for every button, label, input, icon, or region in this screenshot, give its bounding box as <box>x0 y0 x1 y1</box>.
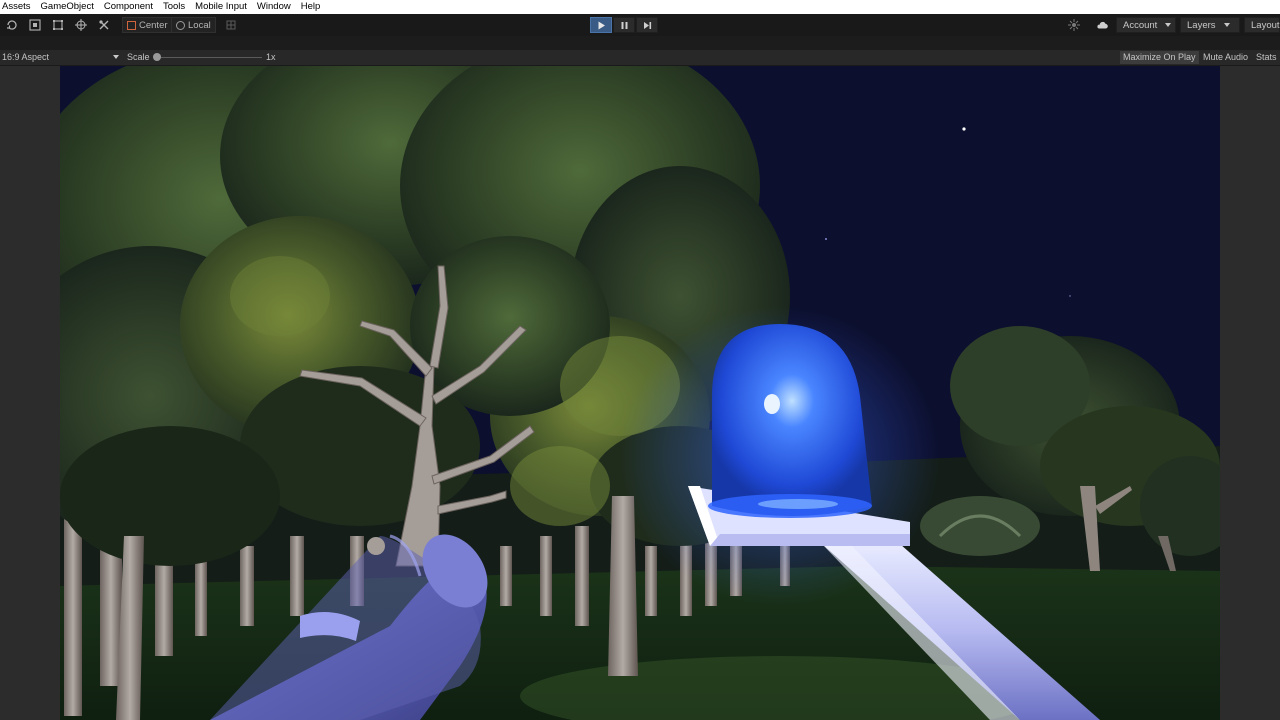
stats-toggle[interactable]: Stats <box>1253 51 1280 64</box>
main-toolbar: Center Local Account Layers Layout <box>0 14 1280 37</box>
game-view-letterbox-right <box>1220 66 1280 720</box>
rect-tool-icon[interactable] <box>48 17 68 33</box>
scale-value: 1x <box>266 52 276 62</box>
mute-audio-toggle[interactable]: Mute Audio <box>1200 51 1251 64</box>
layers-label: Layers <box>1187 19 1216 31</box>
account-label: Account <box>1123 19 1158 31</box>
menu-bar: Assets GameObject Component Tools Mobile… <box>0 0 1280 14</box>
forest-night-scene <box>60 66 1220 720</box>
game-view-toolbar: 16:9 Aspect Scale 1x Maximize On Play Mu… <box>0 50 1280 66</box>
pause-icon <box>621 21 627 29</box>
chevron-down-icon <box>1223 23 1230 27</box>
chevron-down-icon <box>113 55 119 59</box>
tree-trunk-right <box>608 496 638 676</box>
menu-mobile-input[interactable]: Mobile Input <box>190 0 252 14</box>
menu-help[interactable]: Help <box>296 0 326 14</box>
cloud-icon[interactable] <box>1092 17 1112 33</box>
transform-tool-icon[interactable] <box>71 17 91 33</box>
star <box>962 127 966 131</box>
scale-slider-handle[interactable] <box>153 53 161 61</box>
menu-component[interactable]: Component <box>99 0 158 14</box>
layout-dropdown[interactable]: Layout <box>1244 17 1280 33</box>
star <box>1069 295 1071 297</box>
aspect-dropdown[interactable]: 16:9 Aspect <box>2 50 49 65</box>
star <box>825 238 827 240</box>
layers-dropdown[interactable]: Layers <box>1180 17 1240 33</box>
palm-bush <box>920 496 1040 556</box>
aspect-label: 16:9 Aspect <box>2 52 50 62</box>
pivot-rotation-toggle[interactable]: Local <box>171 17 216 33</box>
custom-tool-icon[interactable] <box>94 17 114 33</box>
collab-icon[interactable] <box>1064 17 1084 33</box>
menu-assets[interactable]: Assets <box>0 0 36 14</box>
pivot-mode-toggle[interactable]: Center <box>122 17 173 33</box>
grid-snap-icon[interactable] <box>221 17 241 33</box>
play-icon <box>598 21 605 29</box>
menu-window[interactable]: Window <box>252 0 296 14</box>
game-view-viewport[interactable] <box>60 66 1220 720</box>
local-rotation-icon <box>176 20 185 30</box>
scale-label: Scale <box>127 52 150 62</box>
chevron-down-icon <box>1165 23 1172 27</box>
rotate-tool-icon[interactable] <box>2 17 22 33</box>
tab-strip <box>0 36 1280 50</box>
menu-gameobject[interactable]: GameObject <box>36 0 99 14</box>
tree-knot <box>367 537 385 555</box>
scale-slider-track[interactable] <box>158 57 262 58</box>
scale-tool-icon[interactable] <box>25 17 45 33</box>
pivot-center-icon <box>127 20 136 30</box>
pause-button[interactable] <box>613 17 635 33</box>
pivot-mode-label: Center <box>139 19 168 31</box>
game-view-letterbox-left <box>0 66 60 720</box>
layout-label: Layout <box>1251 19 1280 31</box>
maximize-on-play-toggle[interactable]: Maximize On Play <box>1120 51 1199 64</box>
account-dropdown[interactable]: Account <box>1116 17 1176 33</box>
step-button[interactable] <box>636 17 658 33</box>
step-icon <box>643 21 651 29</box>
pivot-rotation-label: Local <box>188 19 211 31</box>
play-button[interactable] <box>590 17 612 33</box>
menu-tools[interactable]: Tools <box>158 0 190 14</box>
